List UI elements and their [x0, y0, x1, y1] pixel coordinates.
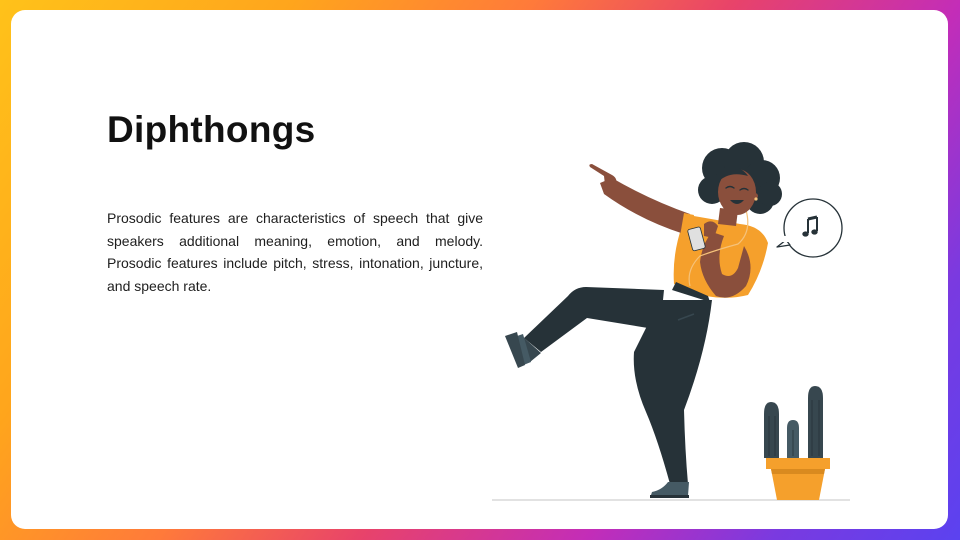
slide-body-text: Prosodic features are characteristics of… — [107, 210, 483, 294]
dancing-woman-illustration — [492, 142, 850, 501]
right-shoe — [650, 482, 689, 498]
plant-pot — [766, 458, 830, 500]
slide-title: Diphthongs — [107, 109, 316, 150]
cactus-plant — [764, 386, 823, 458]
speech-bubble — [776, 198, 843, 258]
